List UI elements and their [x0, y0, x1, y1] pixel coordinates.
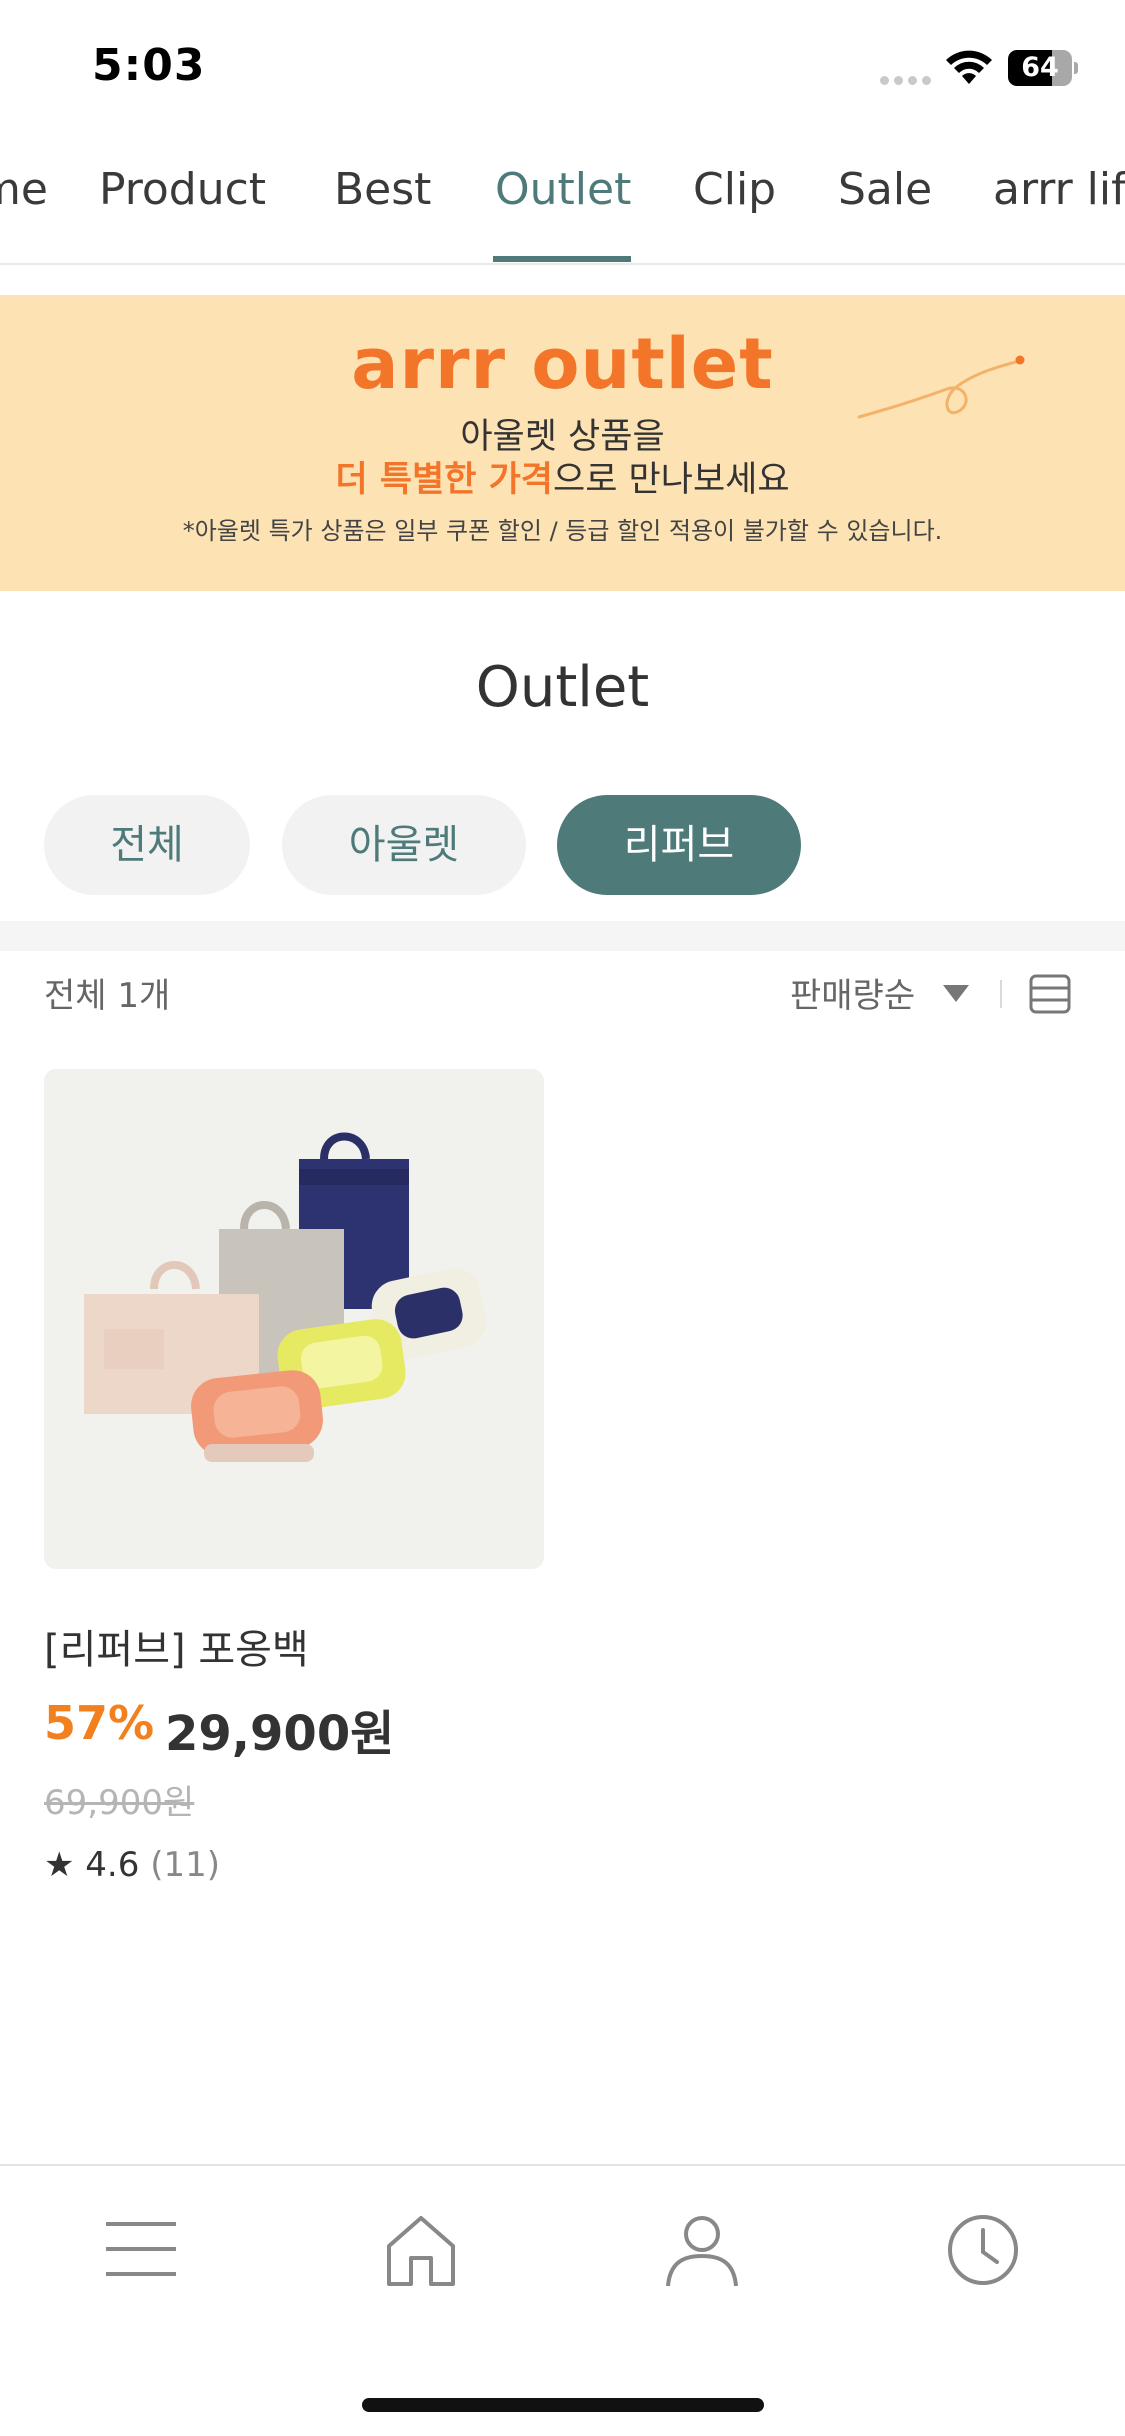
status-bar: 5:03 64 [0, 0, 1125, 140]
banner-tagline-rest: 으로 만나보세요 [553, 460, 790, 500]
list-view-icon[interactable] [1028, 973, 1072, 1015]
filter-chip-outlet[interactable]: 아울렛 [282, 795, 526, 895]
banner-note: *아울렛 특가 상품은 일부 쿠폰 할인 / 등급 할인 적용이 불가할 수 있… [182, 517, 943, 545]
status-time: 5:03 [92, 40, 206, 91]
top-nav: Home Product Best Outlet Clip Sale arrr … [0, 140, 1125, 265]
product-rating: ★ 4.6 (11) [44, 1845, 220, 1885]
product-image[interactable] [44, 1069, 544, 1569]
signal-icon [880, 76, 934, 86]
home-icon[interactable] [383, 2212, 459, 2288]
tab-best[interactable]: Best [334, 164, 431, 263]
tab-sale[interactable]: Sale [838, 164, 932, 263]
item-count: 전체 1개 [44, 976, 171, 1016]
banner-tagline: 더 특별한 가격으로 만나보세요 [0, 451, 1125, 502]
clock-icon[interactable] [945, 2212, 1021, 2288]
discount-rate: 57% [44, 1696, 155, 1750]
star-icon: ★ [44, 1845, 75, 1885]
user-icon[interactable] [664, 2212, 740, 2288]
rating-value: 4.6 [85, 1845, 140, 1885]
review-count: (11) [150, 1845, 220, 1885]
battery-level-text: 64 [1021, 52, 1059, 83]
product-name[interactable]: [리퍼브] 포옹백 [44, 1617, 309, 1675]
tab-clip[interactable]: Clip [693, 164, 776, 263]
battery-icon: 64 [1008, 50, 1078, 86]
sort-dropdown[interactable]: 판매량순 [790, 968, 915, 1017]
banner-highlight: 더 특별한 가격 [335, 460, 554, 500]
original-price: 69,900원 [44, 1783, 195, 1823]
outlet-banner[interactable]: arrr outlet 아울렛 상품을 더 특별한 가격으로 만나보세요 *아울… [0, 295, 1125, 591]
filter-chip-all[interactable]: 전체 [44, 795, 250, 895]
filter-chip-refurb[interactable]: 리퍼브 [557, 795, 801, 895]
sale-price: 29,900원 [165, 1706, 395, 1762]
bottom-nav [0, 2164, 1125, 2436]
tab-arrr-life[interactable]: arrr life [993, 164, 1125, 263]
section-divider [0, 921, 1125, 951]
home-indicator[interactable] [362, 2398, 764, 2412]
menu-icon[interactable] [104, 2212, 178, 2286]
product-photo [84, 1132, 487, 1462]
header-divider [1000, 980, 1002, 1008]
tab-product[interactable]: Product [99, 164, 266, 263]
wifi-icon [946, 50, 992, 84]
tab-home[interactable]: Home [0, 164, 48, 263]
active-tab-indicator [493, 256, 631, 262]
tab-outlet[interactable]: Outlet [495, 164, 631, 263]
page-title: Outlet [475, 655, 650, 720]
chevron-down-icon[interactable] [943, 985, 969, 1002]
